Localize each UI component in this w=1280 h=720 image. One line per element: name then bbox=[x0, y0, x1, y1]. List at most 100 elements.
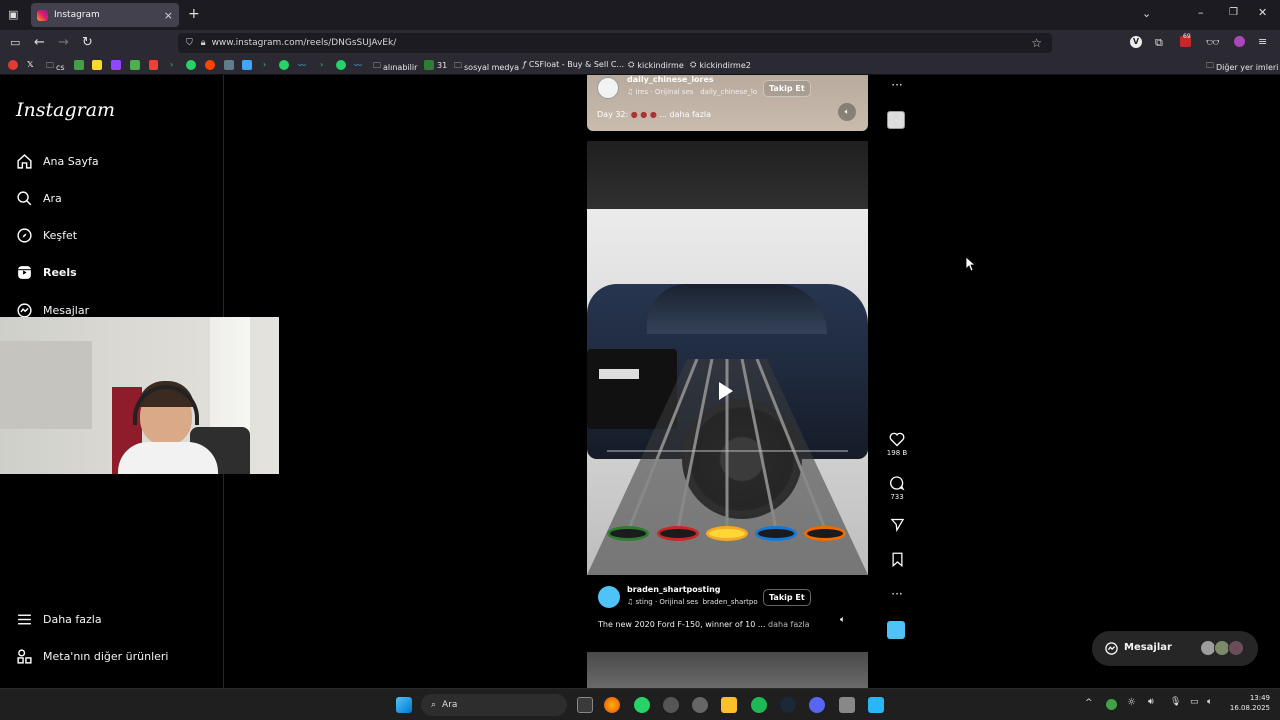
x-bookmark-icon[interactable]: 𝕏 bbox=[27, 60, 33, 69]
store-icon[interactable] bbox=[839, 697, 855, 713]
save-button[interactable] bbox=[886, 552, 908, 569]
reload-icon[interactable]: ↻ bbox=[82, 35, 93, 50]
minimize-icon[interactable]: – bbox=[1198, 6, 1204, 19]
wave-bookmark-icon[interactable]: 〰 bbox=[298, 60, 306, 71]
task-view-icon[interactable] bbox=[577, 697, 593, 713]
sidebar-item-home[interactable]: Ana Sayfa bbox=[16, 153, 99, 170]
bookmark-kickindirme2[interactable]: ⛭ kickindirme2 bbox=[690, 60, 751, 70]
reel-card-top[interactable]: daily_chinese_lores ♫ ires · Orijinal se… bbox=[587, 75, 868, 131]
discord-icon[interactable] bbox=[809, 697, 825, 713]
firefox-icon[interactable] bbox=[604, 697, 620, 713]
download-bookmark-icon[interactable] bbox=[130, 60, 140, 70]
comment-button[interactable]: 733 bbox=[886, 475, 908, 501]
youtube-bookmark-icon[interactable] bbox=[8, 60, 18, 70]
whatsapp-bookmark-icon-2[interactable] bbox=[279, 60, 289, 70]
reddit-bookmark-icon[interactable] bbox=[205, 60, 215, 70]
sidebar-item-search[interactable]: Ara bbox=[16, 190, 62, 207]
like-button[interactable]: 198 B bbox=[886, 432, 908, 457]
shield-icon[interactable]: ⛉ bbox=[186, 38, 193, 48]
sidebar-item-explore[interactable]: Keşfet bbox=[16, 227, 77, 244]
follow-button[interactable]: Takip Et bbox=[763, 80, 811, 97]
new-tab-icon[interactable]: + bbox=[188, 6, 200, 22]
sidebar-item-meta[interactable]: Meta'nın diğer ürünleri bbox=[16, 648, 168, 665]
brightness-icon[interactable]: ☼ bbox=[1127, 697, 1136, 708]
twitch-bookmark-icon[interactable] bbox=[111, 60, 121, 70]
messages-pill[interactable]: Mesajlar bbox=[1092, 631, 1258, 666]
steelseries-icon[interactable] bbox=[692, 697, 708, 713]
clock[interactable]: 13:49 16.08.2025 bbox=[1224, 693, 1270, 713]
whatsapp-icon[interactable] bbox=[634, 697, 650, 713]
whatsapp-bookmark-icon-3[interactable] bbox=[336, 60, 346, 70]
sidebar-item-more[interactable]: Daha fazla bbox=[16, 611, 102, 628]
whatsapp-bookmark-icon[interactable] bbox=[186, 60, 196, 70]
reel-audio[interactable]: ♫ sting · Orijinal ses braden_shartpo bbox=[627, 598, 758, 606]
chevron-up-icon[interactable]: ^ bbox=[1085, 698, 1093, 708]
taskbar-search[interactable]: ⌕ Ara bbox=[421, 694, 567, 716]
bookmark-other[interactable]: 🗀 Diğer yer imleri bbox=[1206, 60, 1278, 74]
url-bar[interactable]: ⛉ 🔒︎ www.instagram.com/reels/DNGsSUJAvEk… bbox=[178, 33, 1052, 53]
reel-card-next[interactable] bbox=[587, 652, 868, 688]
bookmark-folder-alinabilir[interactable]: 🗀 alınabilir bbox=[373, 60, 417, 74]
windows-start-icon[interactable] bbox=[396, 697, 412, 713]
chevron-down-icon[interactable]: ⌄ bbox=[1142, 7, 1151, 20]
app-icon[interactable] bbox=[868, 697, 884, 713]
close-tab-icon[interactable]: × bbox=[164, 9, 173, 22]
gmail-bookmark-icon[interactable] bbox=[149, 60, 158, 70]
reel-card-main[interactable] bbox=[587, 141, 868, 575]
microphone-icon[interactable]: 🎙︎ bbox=[1170, 697, 1181, 707]
follow-button[interactable]: Takip Et bbox=[763, 589, 811, 606]
s-bookmark-icon[interactable] bbox=[92, 60, 102, 70]
more-options-icon[interactable]: ··· bbox=[886, 78, 908, 92]
arrow-bookmark-icon-2[interactable]: › bbox=[263, 60, 266, 69]
tool-bookmark-icon[interactable] bbox=[224, 60, 234, 70]
close-window-icon[interactable]: ✕ bbox=[1258, 6, 1267, 19]
reel-username[interactable]: braden_shartposting bbox=[627, 585, 721, 594]
menu-icon[interactable]: ≡ bbox=[1258, 35, 1267, 48]
reel-video[interactable] bbox=[587, 209, 868, 575]
more-link[interactable]: daha fazla bbox=[768, 620, 810, 629]
tab-instagram[interactable]: Instagram × bbox=[31, 3, 179, 27]
instagram-logo[interactable]: Instagram bbox=[16, 99, 115, 121]
mute-icon[interactable]: 🔈︎ bbox=[840, 615, 845, 625]
audio-thumbnail[interactable] bbox=[887, 621, 905, 639]
back-icon[interactable]: ← bbox=[34, 35, 45, 50]
avatar[interactable] bbox=[597, 77, 619, 99]
arrow-bookmark-icon-3[interactable]: › bbox=[320, 60, 323, 69]
maximize-icon[interactable]: ❐ bbox=[1229, 7, 1238, 18]
network-icon[interactable]: ▭ bbox=[1190, 697, 1199, 707]
extensions-icon[interactable]: ⧉ bbox=[1155, 36, 1163, 50]
star-icon[interactable]: ☆ bbox=[1031, 36, 1042, 50]
tray-shield-icon[interactable] bbox=[1106, 699, 1117, 710]
mute-icon[interactable]: 🔈︎ bbox=[838, 103, 856, 121]
bookmark-folder-sosyal-medya[interactable]: 🗀 sosyal medya bbox=[454, 60, 519, 74]
kick-bookmark-icon[interactable] bbox=[74, 60, 84, 70]
bookmark-folder-cs[interactable]: 🗀 cs bbox=[46, 60, 65, 74]
bookmark-kickindirme[interactable]: ⛭ kickindirme bbox=[628, 60, 684, 70]
more-options-icon[interactable]: ··· bbox=[886, 587, 908, 601]
audio-thumbnail[interactable] bbox=[887, 111, 905, 129]
bookmark-csfloat[interactable]: ƒ CSFloat - Buy & Sell C... bbox=[523, 60, 624, 69]
sidebar-item-reels[interactable]: Reels bbox=[16, 264, 77, 281]
speaker-icon[interactable]: 🔊︎ bbox=[1148, 697, 1154, 707]
reel-username[interactable]: daily_chinese_lores bbox=[627, 75, 714, 84]
forward-icon[interactable]: → bbox=[58, 35, 69, 50]
more-link[interactable]: ... daha fazla bbox=[659, 110, 711, 119]
steam-icon[interactable] bbox=[780, 697, 796, 713]
volume-icon[interactable]: 🔈︎ bbox=[1207, 697, 1212, 707]
arrow-bookmark-icon[interactable]: › bbox=[170, 60, 173, 69]
avatar[interactable] bbox=[598, 586, 620, 608]
obs-icon[interactable] bbox=[663, 697, 679, 713]
vpn-extension-icon[interactable]: V bbox=[1130, 36, 1142, 48]
tab-list-icon[interactable]: ▣ bbox=[8, 8, 18, 21]
bookmark-31[interactable]: 31 bbox=[424, 60, 447, 70]
sidebar-toggle-icon[interactable]: ▭ bbox=[10, 36, 20, 49]
wave-bookmark-icon-2[interactable]: 〰 bbox=[354, 60, 362, 71]
file-explorer-icon[interactable] bbox=[721, 697, 737, 713]
profile-icon[interactable] bbox=[1234, 36, 1245, 47]
spotify-icon[interactable] bbox=[751, 697, 767, 713]
share-button[interactable] bbox=[886, 517, 908, 534]
glasses-icon[interactable]: 👓︎ bbox=[1206, 36, 1220, 49]
play-icon[interactable] bbox=[719, 382, 733, 400]
reel-audio[interactable]: ♫ ires · Orijinal ses daily_chinese_lo bbox=[627, 88, 757, 96]
layers-bookmark-icon[interactable] bbox=[242, 60, 252, 70]
